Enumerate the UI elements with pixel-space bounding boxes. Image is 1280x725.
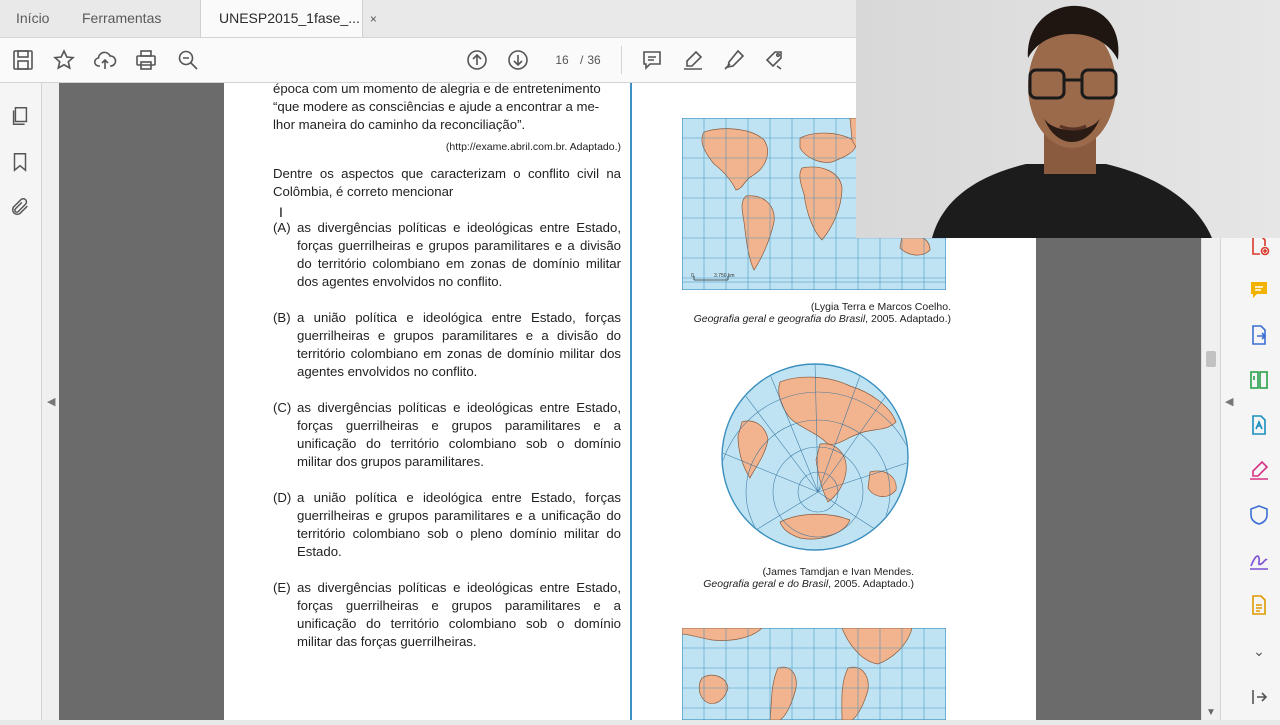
print-icon[interactable]	[134, 48, 158, 72]
option-b[interactable]: (B) a união política e ideológica entre …	[273, 309, 621, 381]
tab-document[interactable]: UNESP2015_1fase_... ×	[200, 0, 377, 37]
tab-tools[interactable]: Ferramentas	[82, 0, 161, 37]
total-pages: 36	[587, 53, 601, 67]
column-divider	[630, 83, 632, 720]
fill-sign-icon[interactable]	[1247, 458, 1271, 482]
intro-line-3: lhor maneira do caminho da reconciliação…	[273, 117, 526, 132]
world-map-azimuthal	[720, 362, 910, 552]
option-text: as divergências políticas e ideológicas …	[297, 220, 621, 289]
bookmark-icon[interactable]	[9, 151, 31, 173]
world-map-partial	[681, 627, 947, 721]
toolbar-divider	[621, 46, 622, 74]
tab-home-label: Início	[16, 10, 50, 26]
page-up-icon[interactable]	[465, 48, 489, 72]
intro-line-2: “que modere as consciências e ajude a en…	[273, 99, 600, 114]
map-scale-zero: 0	[691, 273, 694, 279]
map2-credit-line1: (James Tamdjan e Ivan Mendes.	[762, 566, 914, 578]
page-number-input[interactable]: 16	[547, 50, 577, 70]
sign-icon[interactable]	[722, 48, 746, 72]
option-label: (A)	[273, 220, 291, 235]
comment-icon[interactable]	[640, 48, 664, 72]
save-icon[interactable]	[11, 48, 35, 72]
intro-text: época com um momento de alegria e de ent…	[273, 80, 621, 134]
highlight-pen-icon[interactable]	[681, 48, 705, 72]
option-text: a união política e ideológica entre Esta…	[297, 310, 621, 379]
protect-icon[interactable]	[1247, 503, 1271, 527]
pages-icon[interactable]	[9, 105, 31, 127]
option-text: as divergências políticas e ideológicas …	[297, 580, 621, 649]
tab-home[interactable]: Início	[16, 0, 49, 37]
map1-credit: (Lygia Terra e Marcos Coelho. Geografia …	[680, 301, 951, 325]
zoom-search-icon[interactable]	[176, 48, 200, 72]
option-a[interactable]: (A) as divergências políticas e ideológi…	[273, 219, 621, 291]
option-label: (B)	[273, 310, 291, 325]
expand-tools-icon[interactable]: ⌄	[1247, 643, 1271, 663]
tab-document-label: UNESP2015_1fase_...	[219, 10, 360, 26]
map2-credit-book: Geografia geral e do Brasil	[703, 578, 829, 590]
map-scale-label: 3.750 km	[714, 273, 735, 279]
organize-pages-icon[interactable]	[1247, 368, 1271, 392]
page-margin-left	[59, 83, 224, 720]
map1-credit-rest: , 2005. Adaptado.)	[865, 313, 951, 325]
intro-line-1: época com um momento de alegria e de ent…	[273, 81, 601, 96]
export-pdf-icon[interactable]	[1247, 323, 1271, 347]
page-count: /36	[580, 50, 601, 70]
option-d[interactable]: (D) a união política e ideológica entre …	[273, 489, 621, 561]
scrollbar-thumb[interactable]	[1206, 351, 1216, 367]
page-separator: /	[580, 53, 584, 67]
source-citation: (http://exame.abril.com.br. Adaptado.)	[445, 141, 621, 153]
option-label: (C)	[273, 400, 292, 415]
scroll-down-arrow-icon[interactable]: ▼	[1206, 707, 1216, 718]
map2-credit: (James Tamdjan e Ivan Mendes. Geografia …	[680, 566, 914, 590]
option-text: a união política e ideológica entre Esta…	[297, 490, 621, 559]
question-text: Dentre os aspectos que caracterizam o co…	[273, 166, 621, 199]
left-navigation-pane	[0, 83, 42, 720]
map1-credit-line1: (Lygia Terra e Marcos Coelho.	[810, 301, 951, 313]
map1-credit-book: Geografia geral e geografia do Brasil	[693, 313, 866, 325]
collapse-left-icon[interactable]: ◀	[47, 395, 55, 408]
star-icon[interactable]	[52, 48, 76, 72]
page-down-icon[interactable]	[506, 48, 530, 72]
text-cursor-icon: I	[279, 204, 283, 220]
webcam-overlay	[856, 0, 1280, 238]
edit-pdf-icon[interactable]	[1247, 413, 1271, 437]
close-tab-icon[interactable]: ×	[370, 12, 377, 26]
more-tools-icon[interactable]	[1247, 593, 1271, 617]
tab-tools-label: Ferramentas	[82, 10, 162, 26]
option-label: (E)	[273, 580, 291, 595]
left-collapse-strip[interactable]: ◀	[42, 83, 59, 720]
sign-tool-icon[interactable]	[1247, 548, 1271, 572]
stamp-icon[interactable]	[763, 48, 787, 72]
collapse-pane-icon[interactable]	[1247, 685, 1271, 709]
upload-icon[interactable]	[93, 48, 117, 72]
option-e[interactable]: (E) as divergências políticas e ideológi…	[273, 579, 621, 651]
option-label: (D)	[273, 490, 292, 505]
map2-credit-rest: , 2005. Adaptado.)	[828, 578, 914, 590]
option-c[interactable]: (C) as divergências políticas e ideológi…	[273, 399, 621, 471]
collapse-right-icon[interactable]: ◀	[1225, 395, 1233, 408]
option-text: as divergências políticas e ideológicas …	[297, 400, 621, 469]
comment-tool-icon[interactable]	[1247, 278, 1271, 302]
attachment-icon[interactable]	[9, 196, 31, 218]
